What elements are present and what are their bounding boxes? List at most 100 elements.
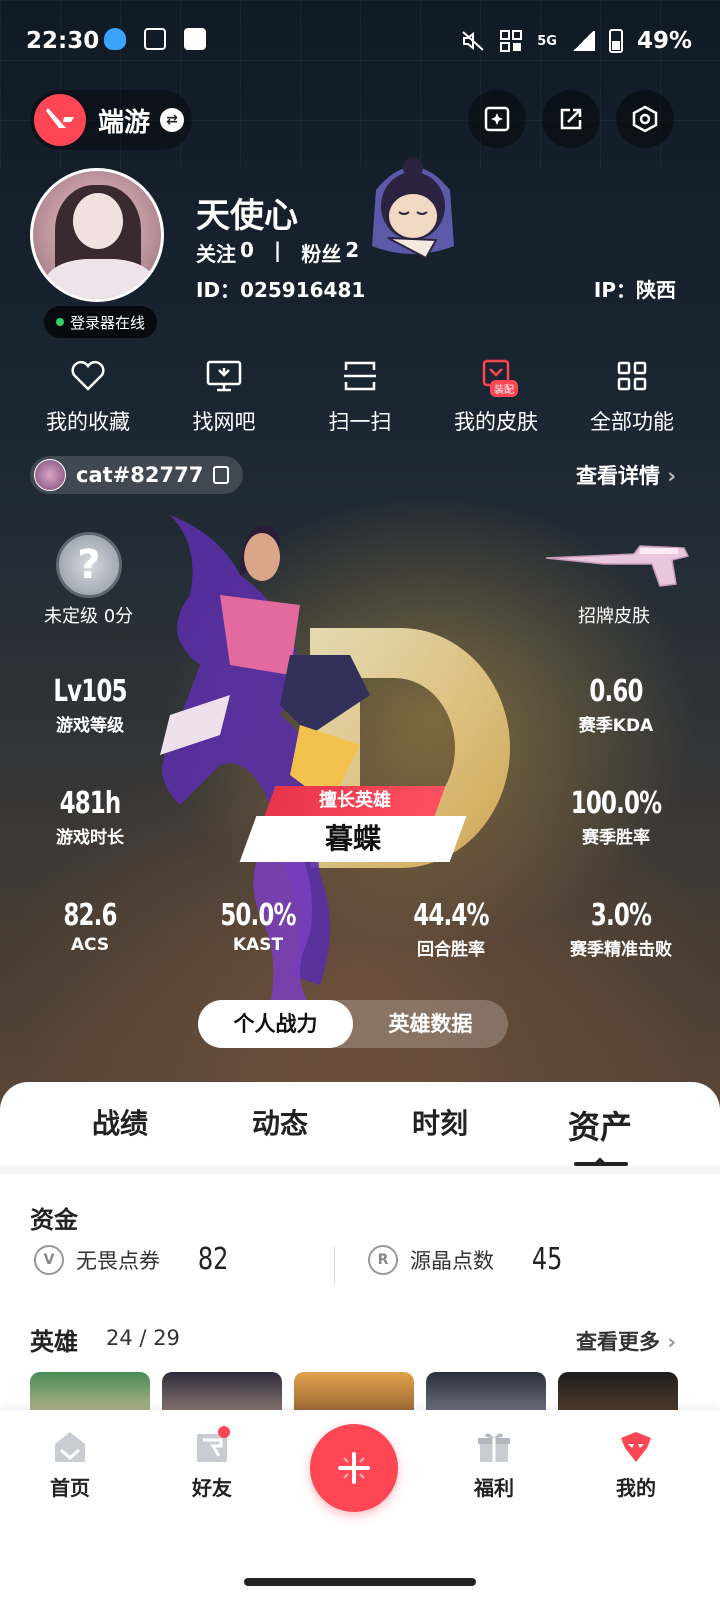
- stat-headshot-value: 3.0%: [590, 898, 652, 933]
- follow-stats[interactable]: 关注 0 | 粉丝 2: [196, 238, 359, 267]
- home-icon: [55, 1432, 85, 1462]
- stat-level-value: Lv105: [53, 674, 127, 709]
- view-more-link[interactable]: 查看更多 ›: [576, 1326, 676, 1356]
- network-type: 5G: [537, 33, 557, 49]
- menu-item-internet-cafe[interactable]: 找网吧: [164, 358, 284, 436]
- game-name: 端游: [98, 107, 151, 138]
- online-status-badge: 登录器在线: [44, 306, 158, 338]
- profile-mask-icon: [621, 1432, 651, 1462]
- status-system-icons: 5G 49%: [461, 28, 692, 54]
- stat-level-label: 游戏等级: [56, 716, 124, 736]
- view-details-link[interactable]: 查看详情 ›: [576, 460, 676, 490]
- online-dot-icon: [56, 318, 64, 326]
- edit-card-button[interactable]: [468, 90, 526, 148]
- heroes-total: 29: [153, 1326, 180, 1350]
- view-details-label: 查看详情: [576, 464, 661, 488]
- menu-item-scan[interactable]: 扫一扫: [300, 358, 420, 436]
- create-post-button[interactable]: [310, 1424, 398, 1512]
- nav-mine[interactable]: 我的: [596, 1428, 676, 1501]
- stat-kast-value: 50.0%: [220, 898, 296, 933]
- follow-divider: |: [273, 238, 282, 262]
- tab-records[interactable]: 战绩: [60, 1102, 180, 1148]
- fans-label: 粉丝: [301, 242, 342, 266]
- copy-icon[interactable]: [213, 466, 230, 484]
- riot-id-pill[interactable]: cat#82777: [30, 456, 244, 494]
- avatar[interactable]: [30, 168, 164, 302]
- stat-kda-label: 赛季KDA: [578, 716, 654, 736]
- battery-percent: 49%: [636, 28, 692, 54]
- plus-icon: [338, 1452, 370, 1484]
- mail-icon: [184, 28, 206, 50]
- menu-item-label: 我的皮肤: [454, 410, 538, 434]
- follow-count: 0: [240, 238, 254, 262]
- favorite-hero-name-box: 暮蝶: [239, 816, 467, 862]
- scan-icon: [340, 358, 380, 394]
- nav-home[interactable]: 首页: [30, 1428, 110, 1501]
- hexagon-settings-icon: [632, 105, 658, 133]
- signal-icon: [570, 31, 595, 51]
- tab-moments[interactable]: 时刻: [380, 1102, 500, 1148]
- game-switcher[interactable]: 端游 ⇄: [30, 90, 192, 150]
- tab-assets-label: 资产: [567, 1108, 632, 1146]
- monitor-icon: [204, 358, 244, 394]
- riot-avatar: [34, 459, 66, 491]
- tab-assets[interactable]: 资产: [540, 1102, 660, 1166]
- menu-item-label: 扫一扫: [328, 410, 392, 434]
- nav-home-label: 首页: [50, 1476, 90, 1500]
- share-button[interactable]: [542, 90, 600, 148]
- menu-item-label: 找网吧: [192, 410, 256, 434]
- mascot-sticker-icon: [372, 158, 454, 260]
- chevron-right-icon: ›: [667, 1330, 676, 1354]
- stat-playtime-value: 481h: [59, 786, 122, 821]
- skin-icon: 装配: [476, 358, 518, 397]
- stat-headshot: 3.0% 赛季精准击败: [556, 898, 686, 960]
- nav-welfare[interactable]: 福利: [454, 1428, 534, 1501]
- nav-friends-label: 好友: [192, 1476, 232, 1500]
- status-time: 22:30: [26, 28, 100, 54]
- nav-welfare-label: 福利: [474, 1476, 514, 1500]
- stat-kast-label: KAST: [232, 935, 284, 955]
- online-status-text: 登录器在线: [70, 313, 146, 332]
- settings-button[interactable]: [616, 90, 674, 148]
- stat-season-winrate: 100.0% 赛季胜率: [556, 786, 676, 848]
- signature-skin-label: 招牌皮肤: [578, 606, 650, 627]
- stat-acs: 82.6 ACS: [40, 898, 140, 955]
- valorant-points-value: 82: [197, 1242, 229, 1277]
- system-home-indicator[interactable]: [244, 1578, 476, 1586]
- toggle-hero-data[interactable]: 英雄数据: [353, 1000, 508, 1048]
- radianite-points-icon: R: [368, 1244, 398, 1275]
- qq-icon: [104, 28, 126, 50]
- stat-headshot-label: 赛季精准击败: [570, 940, 672, 960]
- heart-icon: [68, 358, 108, 394]
- stat-acs-label: ACS: [70, 935, 110, 955]
- swap-icon: ⇄: [160, 108, 185, 132]
- mute-icon: [462, 31, 484, 51]
- sparkle-card-icon: [484, 106, 510, 132]
- valorant-logo-icon: [34, 94, 86, 146]
- phone-manager-icon: [144, 28, 166, 50]
- valorant-points-icon: V: [34, 1244, 64, 1275]
- stat-acs-value: 82.6: [63, 898, 117, 933]
- nav-friends[interactable]: 好友: [172, 1426, 252, 1501]
- valorant-points-label: 无畏点券: [76, 1248, 160, 1273]
- radianite-points-value: 45: [531, 1242, 563, 1277]
- friends-notification-dot: [218, 1426, 230, 1438]
- stat-season-winrate-value: 100.0%: [570, 786, 662, 821]
- menu-item-my-skins[interactable]: 装配 我的皮肤: [436, 358, 556, 436]
- stat-round-winrate-label: 回合胜率: [417, 940, 485, 960]
- menu-item-all-features[interactable]: 全部功能: [572, 358, 692, 436]
- equip-badge: 装配: [490, 380, 518, 397]
- toggle-personal-power[interactable]: 个人战力: [198, 1000, 353, 1048]
- ip-location: IP：陕西: [593, 278, 676, 302]
- stat-kda: 0.60 赛季KDA: [566, 674, 666, 736]
- radianite-points: R 源晶点数 45: [368, 1242, 566, 1277]
- battery-icon: [608, 29, 623, 53]
- stat-playtime: 481h 游戏时长: [40, 786, 140, 848]
- stats-view-toggle: 个人战力 英雄数据: [198, 1000, 508, 1048]
- signature-skin-gun-icon: [545, 545, 690, 587]
- heroes-owned: 24: [106, 1326, 133, 1350]
- tab-posts[interactable]: 动态: [220, 1102, 340, 1148]
- rank-text: 未定级 0分: [44, 606, 134, 627]
- menu-item-favorites[interactable]: 我的收藏: [28, 358, 148, 436]
- stat-kast: 50.0% KAST: [208, 898, 308, 955]
